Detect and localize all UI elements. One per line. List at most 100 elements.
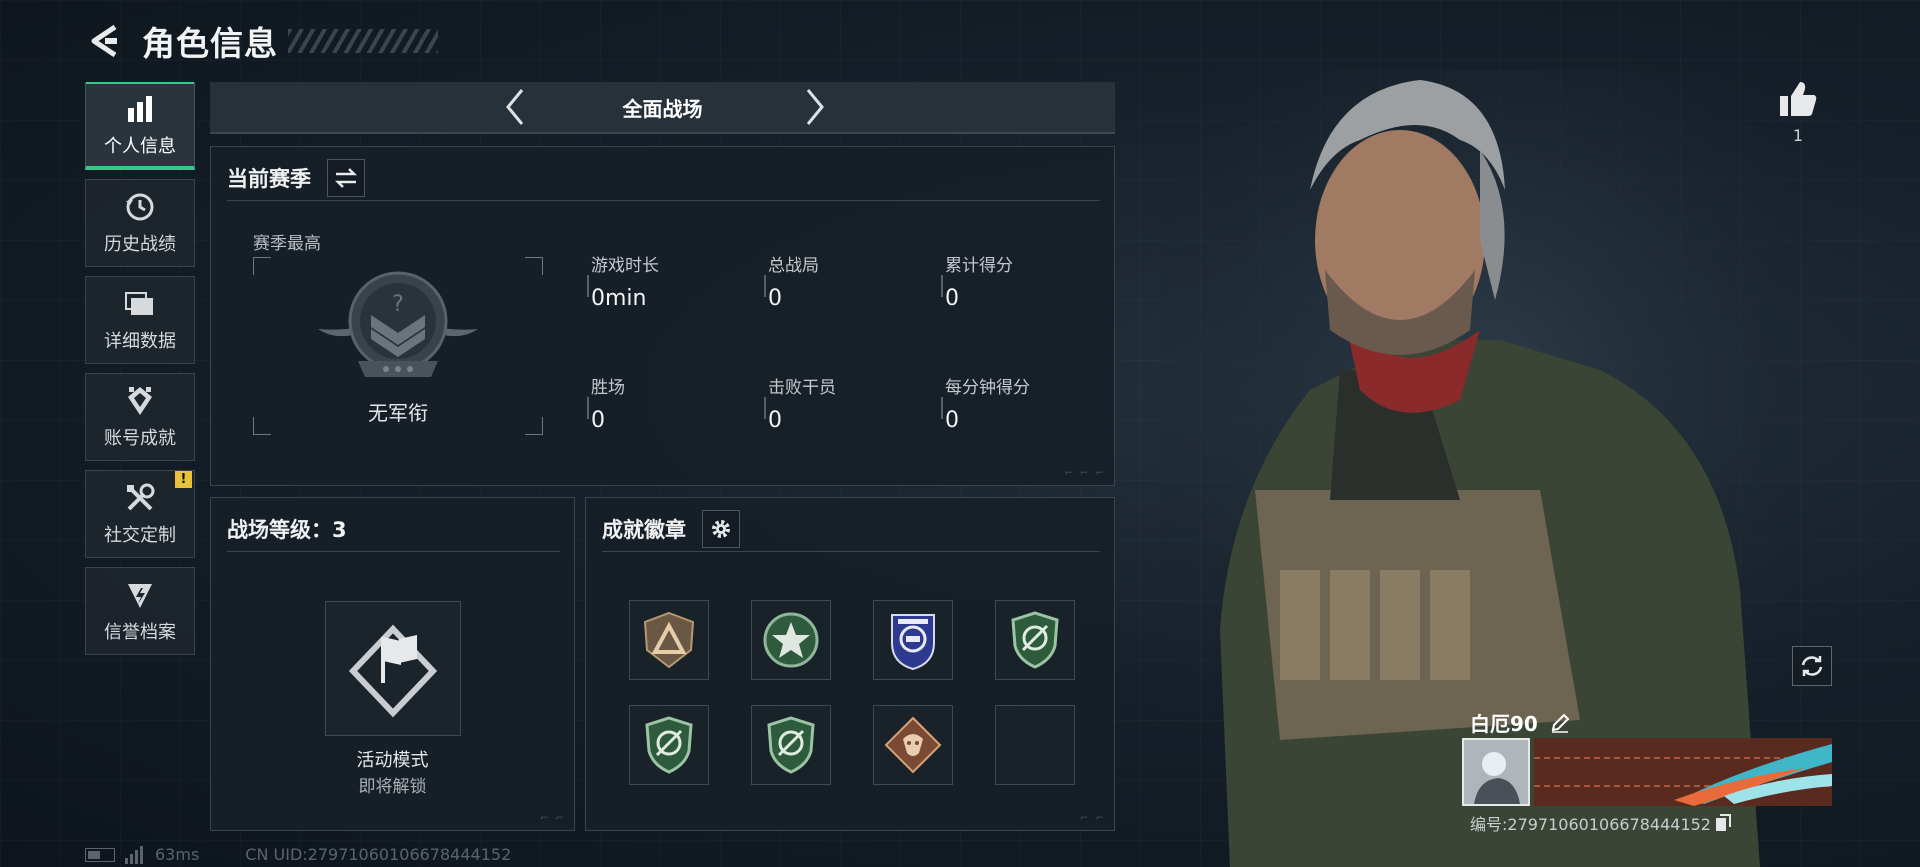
chevron-right-icon (806, 89, 824, 125)
folder-icon (123, 287, 157, 321)
frame-corner (253, 257, 271, 275)
rank-emblem-icon: ? (318, 271, 478, 377)
badge-grid (629, 600, 1075, 785)
player-name-row: 白厄90 (1470, 708, 1570, 737)
activity-mode-card[interactable] (325, 601, 461, 736)
badge-slot[interactable] (629, 705, 709, 785)
stat-value: 0 (945, 286, 1115, 311)
stat-label: 击败干员 (768, 378, 836, 398)
banner-art (1534, 738, 1832, 806)
title-decoration (288, 29, 438, 53)
mode-title: 全面战场 (622, 96, 703, 121)
player-avatar[interactable] (1462, 738, 1530, 806)
flag-diamond-icon (348, 624, 438, 717)
green-shield-badge-icon (767, 716, 815, 774)
chevron-left-icon (506, 89, 524, 125)
stat-label: 胜场 (591, 378, 625, 398)
player-id-row: 编号:279710601066784441​52 (1470, 811, 1731, 835)
mode-next-button[interactable] (795, 84, 835, 130)
uid-text: CN UID:2797106010667844415​2 (245, 845, 512, 864)
sidebar-item-detailed-data[interactable]: 详细数据 (85, 276, 195, 364)
status-footer: 63ms CN UID:2797106010667844415​2 (85, 845, 511, 864)
stat-kills: 击败干员 0 (768, 373, 938, 433)
sidebar-item-label: 社交定制 (104, 525, 176, 546)
achievement-badges-panel: 成就徽章 ⌐ ⌐ (585, 497, 1115, 831)
sidebar-item-reputation[interactable]: 信誉档案 (85, 567, 195, 655)
season-panel-header: 当前赛季 (227, 155, 1100, 201)
badges-header: 成就徽章 (602, 506, 1100, 552)
battle-level-title: 战场等级：3 (227, 517, 347, 542)
sidebar-item-label: 信誉档案 (104, 622, 176, 643)
sidebar-item-label: 个人信息 (104, 135, 176, 157)
stat-label: 总战局 (768, 256, 819, 276)
bronze-triangle-badge-icon (643, 611, 695, 669)
mode-prev-button[interactable] (495, 84, 535, 130)
battery-icon (85, 847, 115, 862)
stat-wins: 胜场 0 (591, 373, 761, 433)
stat-label: 游戏时长 (591, 256, 659, 276)
svg-text:?: ? (392, 292, 404, 317)
empty-badge-slot[interactable] (995, 705, 1075, 785)
like-count: 1 (1792, 126, 1804, 145)
mode-selector: 全面战场 (210, 82, 1115, 134)
top-bar: 角色信息 (86, 16, 438, 66)
stat-value: 0 (768, 408, 938, 433)
stat-total-matches: 总战局 0 (768, 251, 938, 311)
stat-label: 每分钟得分 (945, 378, 1030, 398)
stat-value: 0 (591, 408, 761, 433)
sidebar-item-history[interactable]: 历史战绩 (85, 179, 195, 267)
badge-slot[interactable] (873, 705, 953, 785)
edit-name-icon[interactable] (1550, 713, 1570, 733)
page-title: 角色信息 (142, 24, 278, 63)
player-id: 编号:279710601066784441​52 (1470, 815, 1711, 834)
stat-label: 累计得分 (945, 256, 1013, 276)
panel-corner-ticks: ⌐ ⌐ ⌐ (1064, 468, 1106, 479)
bar-chart-icon (123, 92, 157, 126)
namecard-banner (1534, 738, 1832, 806)
copy-icon[interactable] (1715, 814, 1731, 832)
badges-title: 成就徽章 (602, 517, 686, 542)
stat-value: 0 (768, 286, 938, 311)
rank-frame: ? 无军衔 (253, 257, 543, 435)
battle-level-panel: 战场等级：3 活动模式 即将解锁 ⌐ ⌐ (210, 497, 575, 831)
stat-value: 0 (945, 408, 1115, 433)
back-arrow-icon (91, 24, 117, 58)
badge-slot[interactable] (995, 600, 1075, 680)
stat-score-per-minute: 每分钟得分 0 (945, 373, 1115, 433)
badge-settings-button[interactable] (702, 509, 740, 548)
sidebar-item-social-custom[interactable]: ! 社交定制 (85, 470, 195, 558)
panel-corner-ticks: ⌐ ⌐ (540, 813, 566, 824)
green-shield-badge-icon (1011, 611, 1059, 669)
like-button[interactable] (1773, 74, 1823, 124)
avatar-image (1464, 740, 1528, 804)
green-star-badge-icon (763, 612, 819, 668)
alert-badge: ! (175, 471, 192, 488)
achievement-icon (123, 384, 157, 418)
reputation-icon (123, 578, 157, 612)
badge-slot[interactable] (751, 705, 831, 785)
frame-corner (525, 257, 543, 275)
sidebar-item-achievements[interactable]: 账号成就 (85, 373, 195, 461)
signal-icon (125, 845, 143, 864)
stat-play-time: 游戏时长 0min (591, 251, 761, 311)
thumbs-up-icon (1780, 82, 1817, 116)
panel-corner-ticks: ⌐ ⌐ (1080, 813, 1106, 824)
season-panel: 当前赛季 赛季最高 ? 无军衔 游戏时长 0min 总战局 0 累计得分 0 胜… (210, 146, 1115, 486)
rotate-character-button[interactable] (1792, 646, 1832, 686)
sidebar-item-label: 详细数据 (104, 331, 176, 352)
back-button[interactable] (86, 21, 122, 61)
swap-arrows-icon (334, 167, 358, 188)
ping-text: 63ms (155, 845, 200, 864)
badge-slot[interactable] (629, 600, 709, 680)
sidebar-item-label: 历史战绩 (104, 234, 176, 255)
rank-name: 无军衔 (368, 401, 428, 425)
history-clock-icon (123, 190, 157, 224)
badge-slot[interactable] (873, 600, 953, 680)
blue-police-badge-icon (891, 614, 935, 671)
badge-slot[interactable] (751, 600, 831, 680)
switch-season-button[interactable] (327, 158, 365, 197)
orange-diamond-badge-icon (884, 716, 942, 774)
sidebar-item-personal-info[interactable]: 个人信息 (85, 82, 195, 170)
battle-level-header: 战场等级：3 (227, 506, 560, 552)
activity-mode-name: 活动模式 (356, 750, 429, 771)
